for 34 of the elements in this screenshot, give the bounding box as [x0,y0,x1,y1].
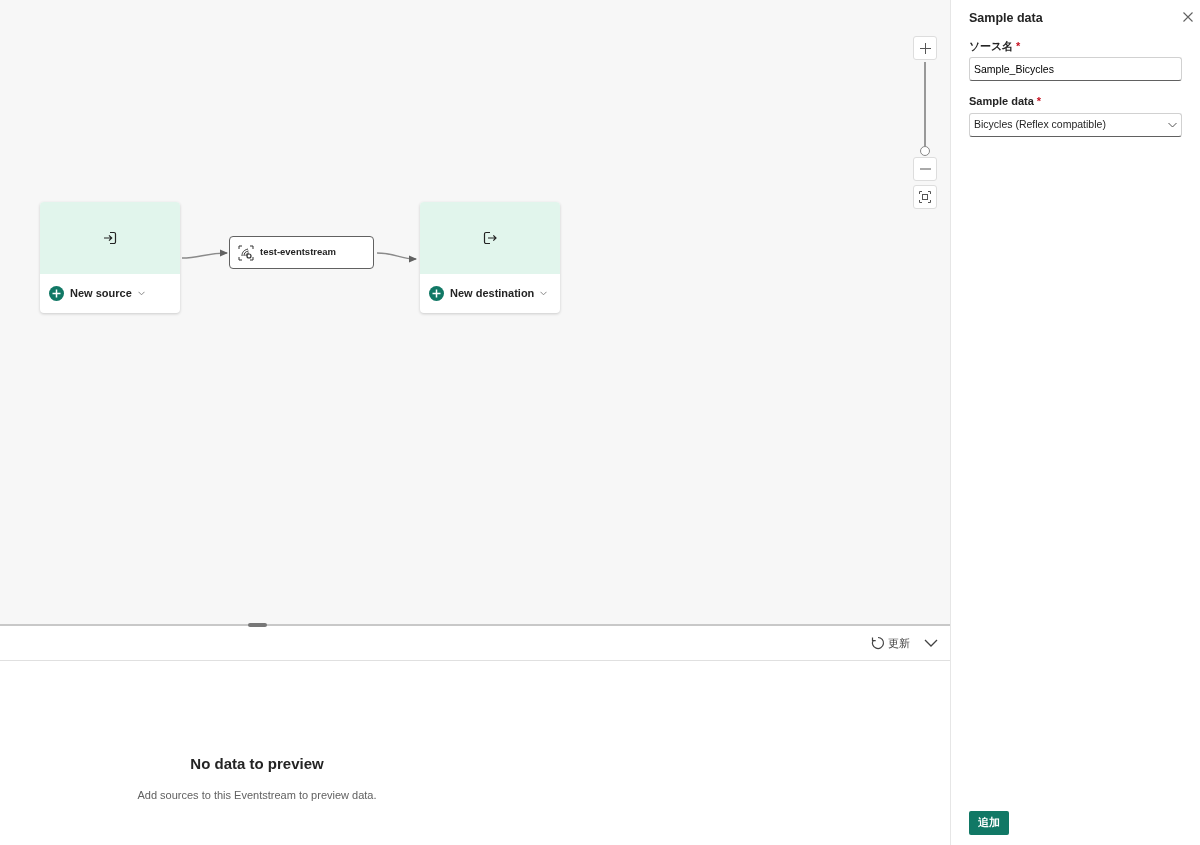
fit-view-button[interactable] [913,185,937,209]
chevron-down-icon[interactable] [924,638,938,648]
text-input-field[interactable]: Sample_Bicycles [969,57,1182,82]
refresh-button[interactable]: 更新 [871,634,910,652]
slider-thumb[interactable] [920,146,930,156]
required-mark: * [1036,95,1042,108]
add-button[interactable]: 追加 [969,811,1009,835]
connector-arrow [181,249,228,259]
resize-handle[interactable] [248,623,267,627]
empty-message: Add sources to this Eventstream to preview data. [137,787,377,803]
plus-icon [919,42,931,54]
chevron-down-icon [540,291,548,296]
panel-title: Sample data [969,10,1044,27]
chevron-down-icon [137,291,145,296]
new-destination-button[interactable]: New destination [429,285,548,302]
close-icon [1183,11,1193,22]
eventstream-node[interactable]: test-eventstream [229,236,374,269]
sign-out-icon [483,231,497,245]
eventstream-icon [238,244,254,261]
minus-icon [919,168,931,170]
sign-in-icon [103,231,117,245]
new-source-button[interactable]: New source [49,285,145,302]
connector-arrow [376,252,417,263]
zoom-in-button[interactable] [913,36,937,60]
fit-view-icon [919,191,931,203]
field-label: Sample data [969,95,1034,108]
dropdown-field[interactable]: Bicycles (Reflex compatible) [969,112,1182,137]
field-label: ソース名 [969,39,1013,52]
required-mark: * [1016,39,1021,52]
empty-title: No data to preview [190,754,324,774]
refresh-icon [871,636,885,650]
plus-circle-icon [429,286,444,301]
chevron-down-icon [1168,121,1177,128]
plus-circle-icon [49,286,64,301]
